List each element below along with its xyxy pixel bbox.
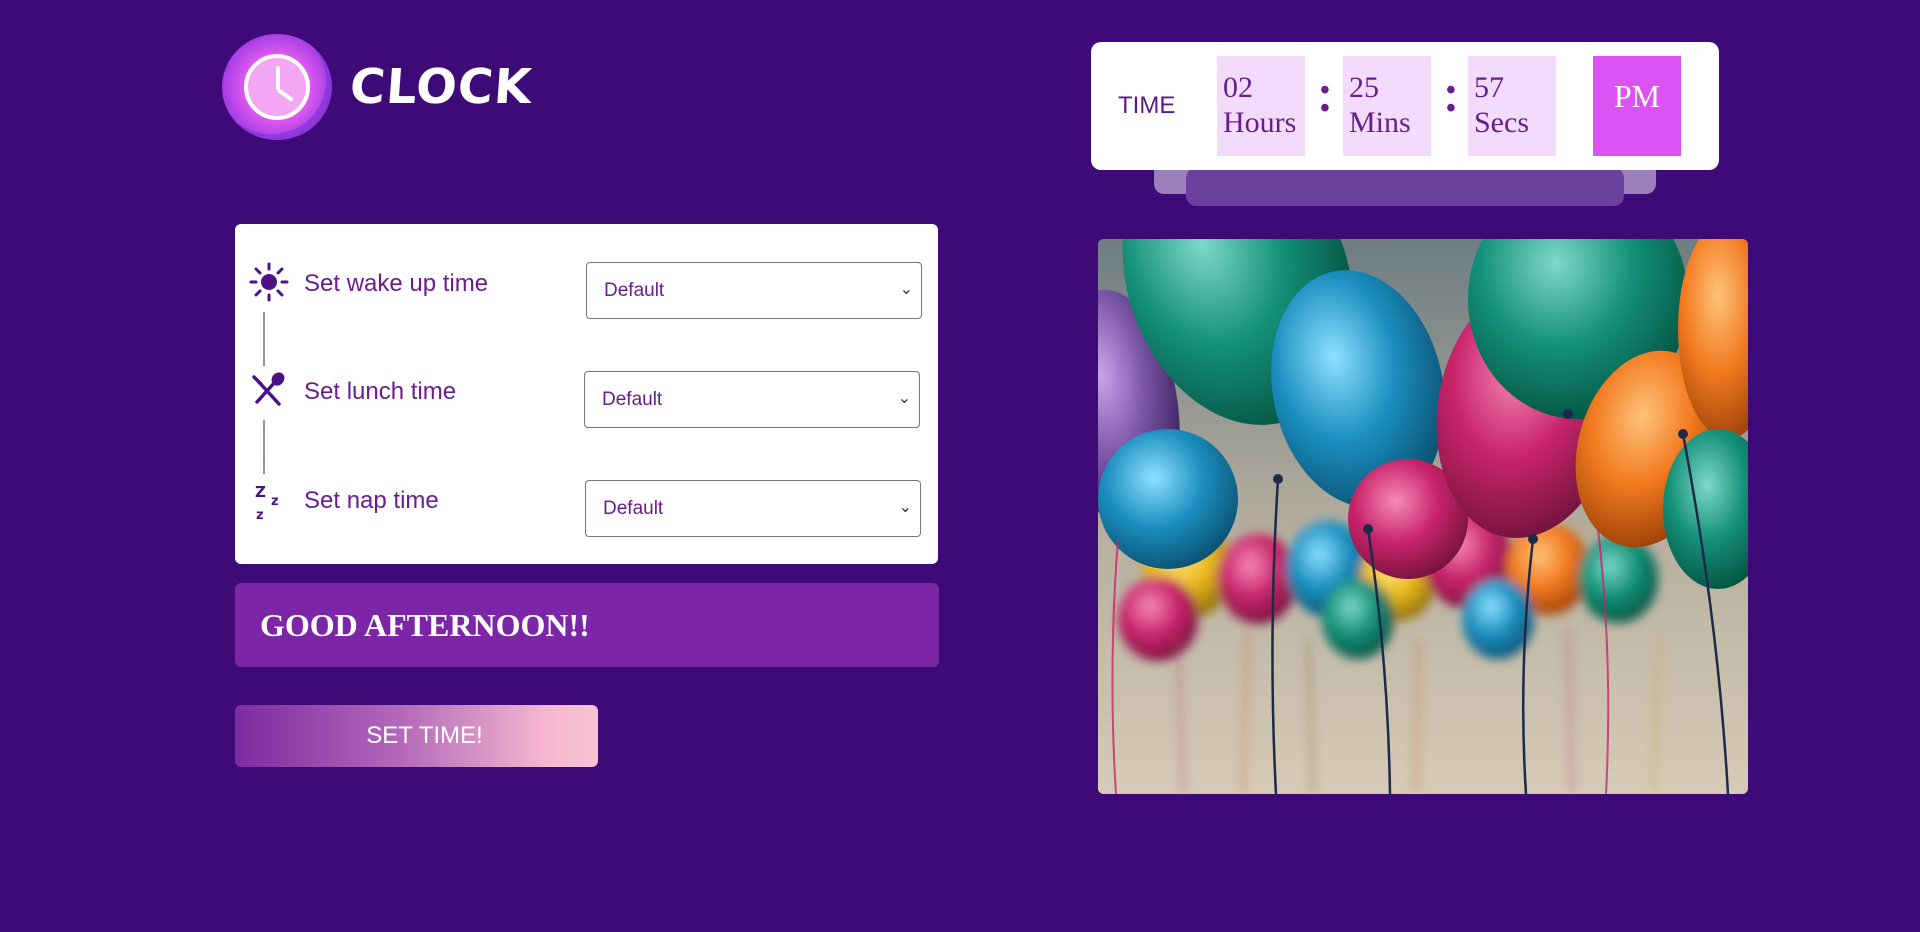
chevron-down-icon: ⌄ [898,499,912,516]
mins-unit: Mins [1349,106,1411,139]
wake-time-select[interactable]: Default ⌄ [586,262,922,319]
time-card-shadow-inner [1186,168,1624,206]
hours-value: 02 [1223,71,1253,104]
zzz-icon: Z z z [249,481,289,523]
ampm-indicator: PM [1593,56,1681,156]
logo-text: CLOCK [348,59,535,115]
greeting-banner: GOOD AFTERNOON!! [235,583,939,667]
fork-spoon-icon [249,370,289,410]
time-label: TIME [1118,92,1176,119]
connector-line [263,420,265,474]
time-display-card: TIME 02 Hours • • 25 Mins • • 57 Secs PM [1091,42,1719,170]
lunch-time-select[interactable]: Default ⌄ [584,371,920,428]
svg-text:z: z [271,494,279,509]
balloons-image [1098,239,1748,794]
colon-separator: • • [1446,75,1456,124]
nap-time-select[interactable]: Default ⌄ [585,480,921,537]
logo: CLOCK [222,34,535,140]
hours-box: 02 Hours [1217,56,1305,156]
secs-unit: Secs [1474,106,1529,139]
mins-value: 25 [1349,71,1379,104]
hours-unit: Hours [1223,106,1297,139]
svg-text:Z: Z [255,483,266,501]
nap-select-value: Default [603,497,664,519]
time-settings-panel: Set wake up time Default ⌄ Set lunch tim… [235,224,938,564]
wake-label: Set wake up time [304,270,489,297]
chevron-down-icon: ⌄ [899,281,913,298]
chevron-down-icon: ⌄ [897,390,911,407]
lunch-select-value: Default [602,388,663,410]
colon-separator: • • [1320,75,1330,124]
wake-select-value: Default [604,279,665,301]
lunch-setting-row: Set lunch time Default ⌄ [235,370,938,432]
mins-box: 25 Mins [1343,56,1431,156]
wake-setting-row: Set wake up time Default ⌄ [235,262,938,322]
connector-line [263,312,265,366]
clock-app: CLOCK TIME 02 Hours • • 25 Mins • • 57 Sec… [0,0,1920,932]
set-time-button[interactable]: SET TIME! [235,705,598,767]
secs-box: 57 Secs [1468,56,1556,156]
nap-label: Set nap time [304,487,439,514]
nap-setting-row: Z z z Set nap time Default ⌄ [235,480,938,541]
lunch-label: Set lunch time [304,378,457,405]
secs-value: 57 [1474,71,1504,104]
clock-logo-icon [222,34,332,140]
sun-icon [249,262,289,302]
svg-text:z: z [256,508,264,523]
